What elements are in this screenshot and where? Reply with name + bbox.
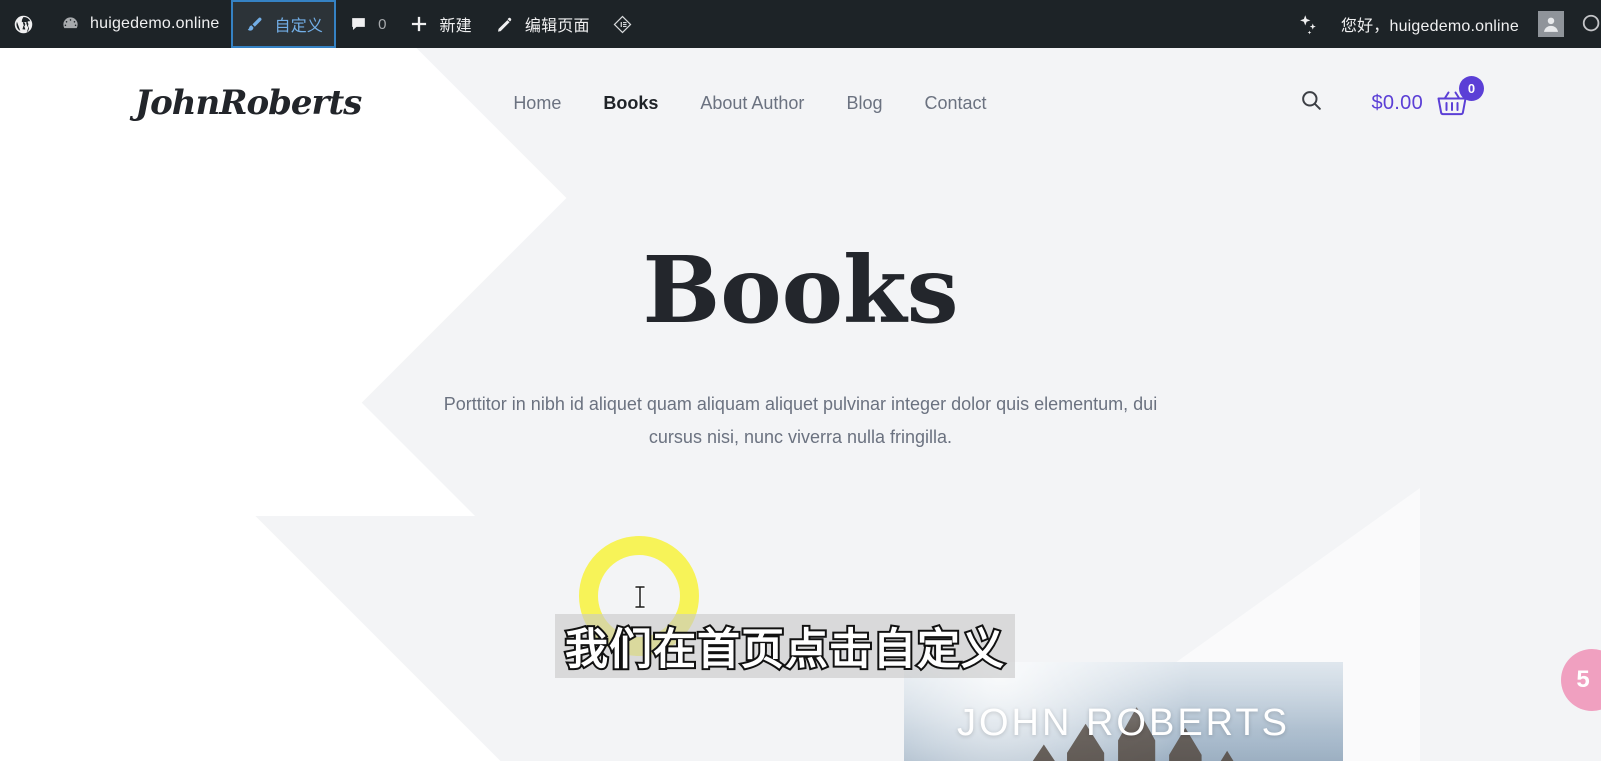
admin-bar-customize-label: 自定义 xyxy=(274,18,324,35)
paintbrush-icon xyxy=(244,13,266,35)
text-ibeam-cursor-icon xyxy=(632,583,648,616)
book-cover-title: JOHN ROBERTS xyxy=(956,702,1290,744)
site-logo[interactable]: JohnRoberts xyxy=(135,83,362,123)
shopping-basket-icon: 0 xyxy=(1435,76,1484,118)
page-title: Books xyxy=(642,236,959,344)
admin-bar-item-elementor[interactable] xyxy=(601,0,645,48)
admin-bar-item-site-name[interactable]: huigedemo.online xyxy=(48,0,231,48)
cart-amount: $0.00 xyxy=(1371,91,1423,114)
admin-bar-right-group: 您好，huigedemo.online xyxy=(1286,0,1601,48)
search-circle-icon xyxy=(1581,13,1601,35)
admin-bar-left-group: huigedemo.online 自定义 0 新建 编辑页面 xyxy=(0,0,645,48)
admin-bar-comment-count: 0 xyxy=(378,15,387,33)
main-navigation: Home Books About Author Blog Contact xyxy=(513,93,986,114)
admin-bar-item-comments[interactable]: 0 xyxy=(336,0,397,48)
sparkle-icon xyxy=(1297,13,1319,35)
caption-overlay: 我们在首页点击自定义 xyxy=(555,614,1015,678)
nav-item-contact[interactable]: Contact xyxy=(924,93,986,114)
pencil-icon xyxy=(494,13,516,35)
side-badge[interactable]: 5 xyxy=(1561,649,1601,711)
admin-bar-greeting: 您好，huigedemo.online xyxy=(1340,18,1519,35)
admin-bar-site-name-label: huigedemo.online xyxy=(90,15,220,32)
nav-item-blog[interactable]: Blog xyxy=(846,93,882,114)
comment-bubble-icon xyxy=(347,13,369,35)
cart-button[interactable]: $0.00 0 xyxy=(1371,76,1484,118)
site-header: JohnRoberts Home Books About Author Blog… xyxy=(0,48,1601,158)
admin-bar-edit-page-label: 编辑页面 xyxy=(524,18,590,35)
nav-item-books[interactable]: Books xyxy=(603,93,658,114)
admin-bar-item-search-edge[interactable] xyxy=(1581,0,1601,48)
wordpress-logo-icon xyxy=(12,13,34,35)
elementor-diamond-icon xyxy=(612,13,634,35)
avatar xyxy=(1538,11,1564,37)
search-button[interactable] xyxy=(1297,89,1325,117)
hero-description: Porttitor in nibh id aliquet quam aliqua… xyxy=(443,394,1158,448)
nav-item-home[interactable]: Home xyxy=(513,93,561,114)
admin-bar-item-sparkle[interactable] xyxy=(1286,0,1330,48)
admin-bar-new-label: 新建 xyxy=(439,18,472,35)
header-tools: $0.00 0 xyxy=(1297,76,1541,118)
search-icon xyxy=(1299,88,1324,118)
admin-bar-item-my-account[interactable]: 您好，huigedemo.online xyxy=(1330,0,1575,48)
admin-bar-item-customize[interactable]: 自定义 xyxy=(230,0,337,48)
cart-count-badge: 0 xyxy=(1459,76,1484,101)
admin-bar-item-edit-page[interactable]: 编辑页面 xyxy=(483,0,601,48)
side-badge-label: 5 xyxy=(1576,666,1590,693)
caption-text: 我们在首页点击自定义 xyxy=(563,624,1006,676)
admin-bar-wp-logo[interactable] xyxy=(0,0,48,48)
plus-icon xyxy=(408,13,430,35)
admin-bar-item-new[interactable]: 新建 xyxy=(397,0,482,48)
nav-item-about-author[interactable]: About Author xyxy=(700,93,804,114)
wordpress-admin-bar: huigedemo.online 自定义 0 新建 编辑页面 您好，huiged… xyxy=(0,0,1601,48)
dashboard-icon xyxy=(59,13,81,35)
